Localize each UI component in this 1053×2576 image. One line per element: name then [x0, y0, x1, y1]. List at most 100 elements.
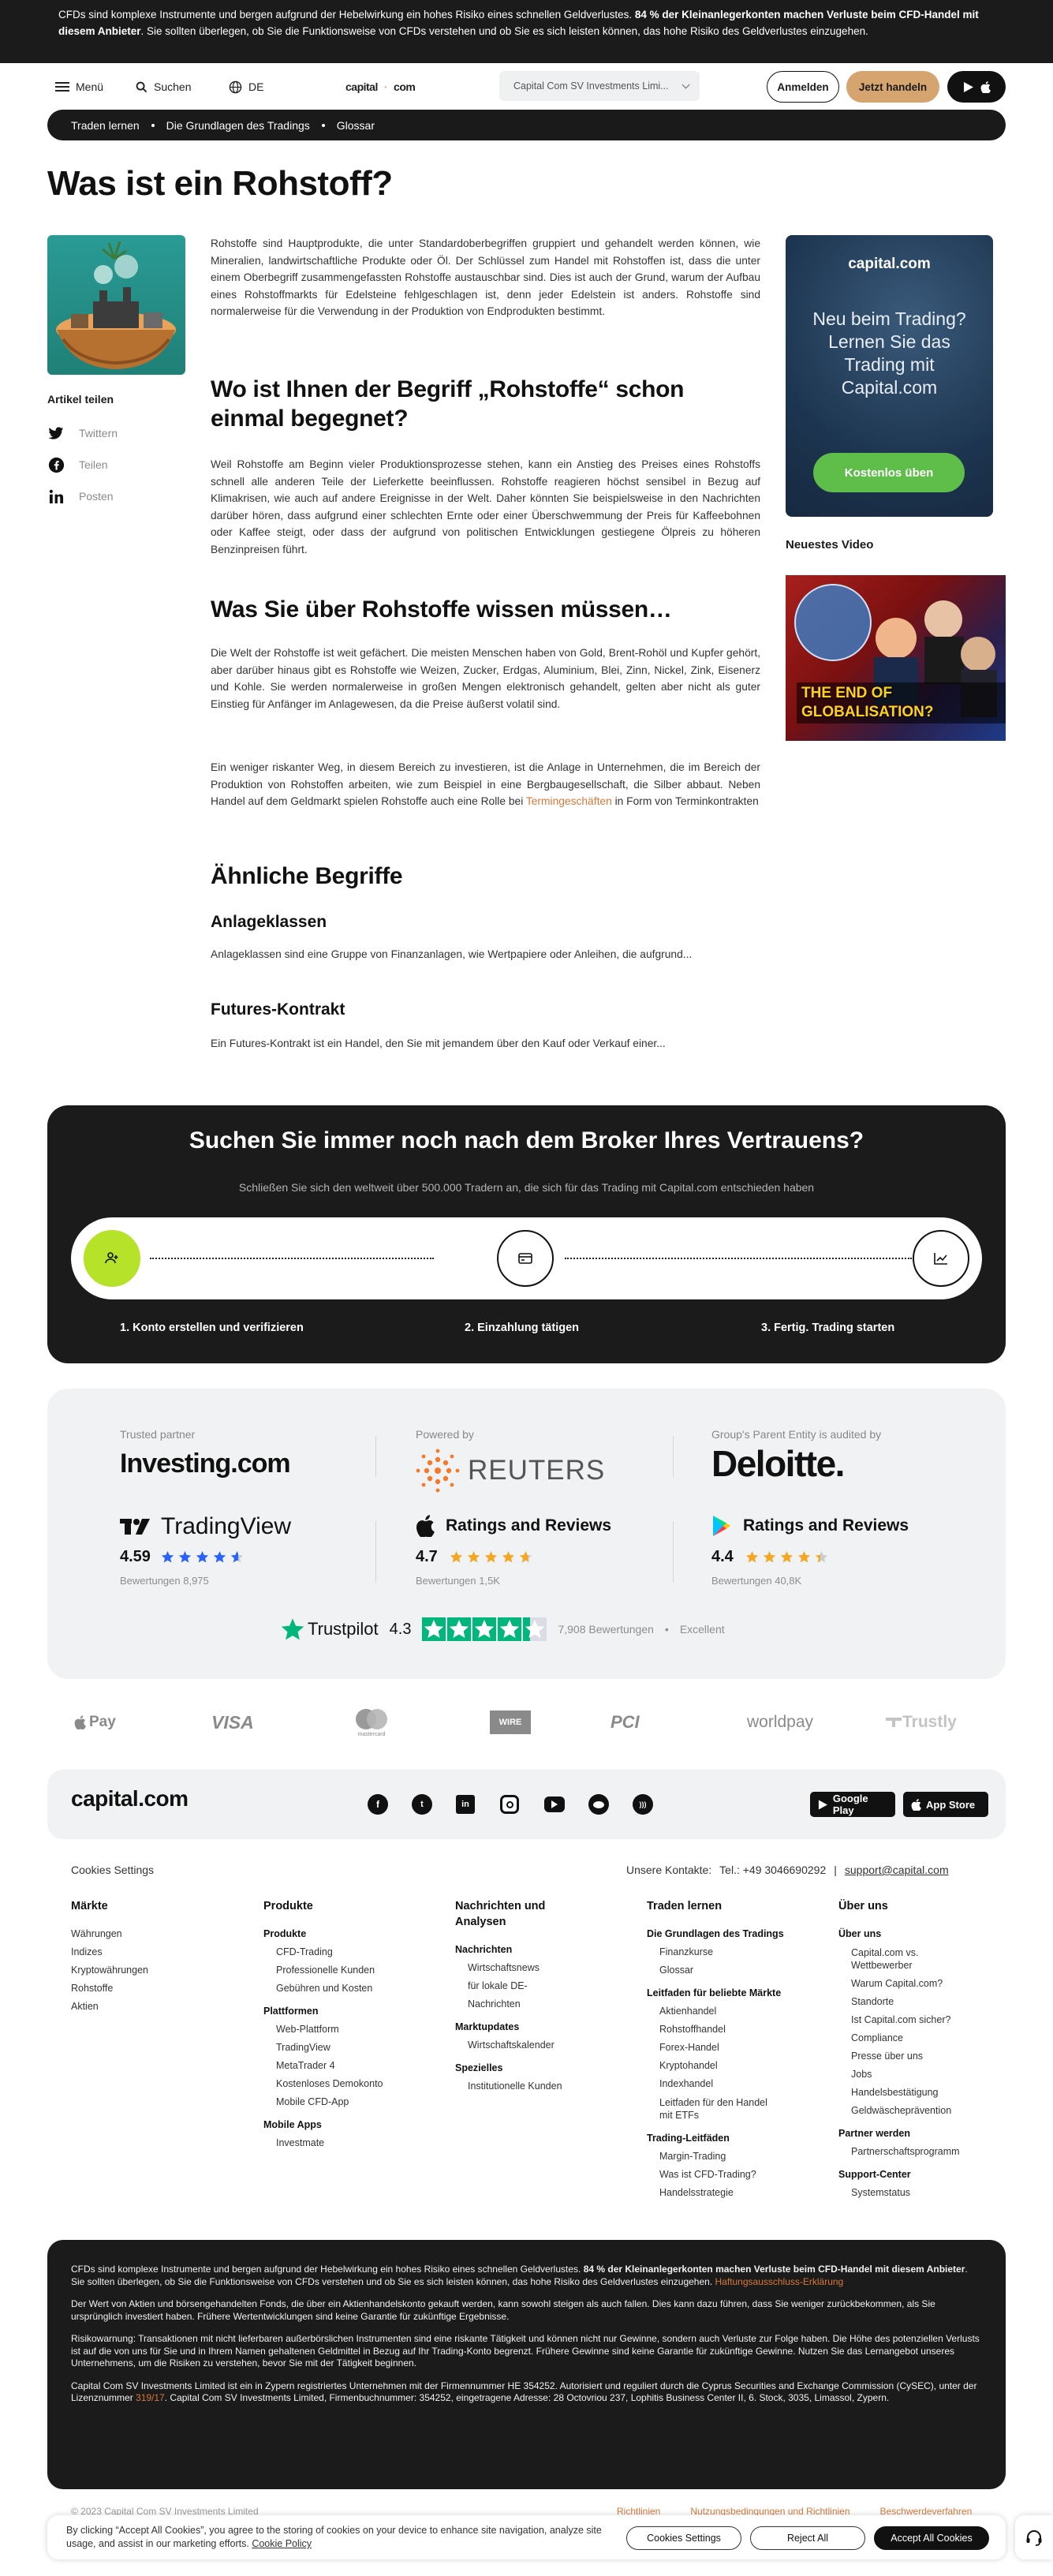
footer-link[interactable]: Rohstoffhandel	[647, 2021, 797, 2039]
email-link[interactable]: support@capital.com	[845, 1864, 949, 1876]
worldpay-logo: worldpay	[747, 1713, 814, 1731]
tradingview-name: TradingView	[161, 1513, 292, 1539]
footer-link[interactable]: Systemstatus	[838, 2184, 988, 2202]
step-3-circle[interactable]	[913, 1230, 969, 1287]
youtube-icon[interactable]	[544, 1796, 565, 1812]
apple-rating[interactable]: Ratings and Reviews	[416, 1515, 611, 1537]
menu-button[interactable]: Menü	[55, 63, 103, 110]
trustpilot-rating[interactable]: Trustpilot 4.3 7,908 Bewertungen • Excel…	[281, 1617, 725, 1641]
cookies-settings-button[interactable]: Cookies Settings	[626, 2526, 741, 2550]
footer-link[interactable]: Standorte	[838, 1993, 988, 2011]
footer-link[interactable]: Presse über uns	[838, 2047, 988, 2066]
step-1-circle[interactable]	[84, 1230, 140, 1287]
footer-link[interactable]: Capital.com vs. Wettbewerber	[838, 1946, 941, 1972]
footer-link[interactable]: Jobs	[838, 2066, 988, 2084]
entity-selector[interactable]: Capital Com SV Investments Limi...	[499, 71, 700, 101]
reject-all-button[interactable]: Reject All	[750, 2526, 865, 2550]
related-term-title[interactable]: Anlageklassen	[211, 913, 760, 932]
futures-link[interactable]: Termingeschäften	[526, 795, 612, 807]
reuters-logo: REUTERS	[416, 1449, 605, 1493]
footer-link[interactable]: TradingView	[263, 2039, 383, 2057]
breadcrumb-item[interactable]: Glossar	[337, 119, 375, 132]
share-facebook[interactable]: Teilen	[47, 456, 108, 473]
share-linkedin[interactable]: Posten	[47, 488, 114, 505]
footer-link[interactable]: MetaTrader 4	[263, 2057, 383, 2075]
phone-link[interactable]: Tel.: +49 3046690292	[719, 1864, 826, 1876]
footer-link[interactable]: Professionelle Kunden	[263, 1961, 383, 1980]
app-store-badge[interactable]: App Store	[903, 1792, 988, 1817]
support-chat-button[interactable]	[1015, 2515, 1053, 2559]
related-term-title[interactable]: Futures-Kontrakt	[211, 1000, 760, 1019]
footer-link[interactable]: Handelsbestätigung	[838, 2084, 988, 2102]
divider	[375, 1521, 376, 1583]
accept-all-button[interactable]: Accept All Cookies	[874, 2526, 989, 2550]
footer-link[interactable]: CFD-Trading	[263, 1943, 383, 1961]
footer-link[interactable]: Kryptowährungen	[71, 1961, 148, 1980]
search-label: Suchen	[154, 80, 192, 93]
article-intro: Rohstoffe sind Hauptprodukte, die unter …	[211, 237, 760, 317]
breadcrumb-item[interactable]: Traden lernen	[71, 119, 140, 132]
footer-link[interactable]: Kryptohandel	[647, 2057, 797, 2075]
footer-link[interactable]: Aktien	[71, 1998, 148, 2016]
cookie-policy-link[interactable]: Cookie Policy	[252, 2538, 312, 2549]
footer-link[interactable]: Margin-Trading	[647, 2148, 797, 2166]
step-2-circle[interactable]	[497, 1230, 554, 1287]
article-heading: Was Sie über Rohstoffe wissen müssen…	[211, 596, 672, 623]
footer-link[interactable]: Indexhandel	[647, 2075, 797, 2093]
footer-link[interactable]: Compliance	[838, 2029, 988, 2047]
share-twitter[interactable]: Twittern	[47, 424, 118, 442]
footer-link[interactable]: Rohstoffe	[71, 1980, 148, 1998]
disclaimer-link[interactable]: Haftungsausschluss-Erklärung	[715, 2276, 843, 2287]
facebook-icon[interactable]: f	[368, 1794, 388, 1815]
breadcrumb-item[interactable]: Die Grundlagen des Tradings	[166, 119, 310, 132]
google-rating[interactable]: Ratings and Reviews	[711, 1515, 909, 1537]
instagram-icon[interactable]	[500, 1795, 519, 1814]
practice-free-button[interactable]: Kostenlos üben	[813, 453, 965, 492]
contacts-label: Unsere Kontakte:	[626, 1864, 712, 1876]
linkedin-icon[interactable]: in	[456, 1795, 475, 1814]
footer-link[interactable]: Leitfaden für den Handel mit ETFs	[647, 2096, 781, 2122]
google-play-badge[interactable]: Google Play	[810, 1792, 895, 1817]
footer-link[interactable]: Finanzkurse	[647, 1943, 797, 1961]
rating-star	[472, 1617, 497, 1641]
footer-link[interactable]: für lokale DE-Nachrichten	[455, 1977, 573, 2013]
footer-link[interactable]: Währungen	[71, 1925, 148, 1943]
google-play-label: Google Play	[832, 1793, 868, 1816]
footer-link[interactable]: Warum Capital.com?	[838, 1975, 988, 1993]
reddit-icon[interactable]	[588, 1794, 609, 1815]
latest-video-title: Neuestes Video	[786, 538, 874, 551]
footer-link[interactable]: Mobile CFD-App	[263, 2093, 383, 2111]
video-thumbnail[interactable]: THE END OF GLOBALISATION?	[786, 575, 1006, 741]
footer-link[interactable]: Kostenloses Demokonto	[263, 2075, 383, 2093]
footer-link[interactable]: Wirtschaftsnews	[455, 1959, 573, 1977]
footer-link[interactable]: Wirtschaftskalender	[455, 2036, 573, 2054]
footer-link[interactable]: Handelsstrategie	[647, 2184, 797, 2202]
footer-link[interactable]: Indizes	[71, 1943, 148, 1961]
twitter-icon[interactable]: t	[412, 1794, 432, 1815]
trustly-logo: Trustly	[885, 1707, 957, 1738]
footer-link[interactable]: Ist Capital.com sicher?	[838, 2011, 988, 2029]
language-selector[interactable]: DE	[229, 63, 263, 110]
footer-link[interactable]: Gebühren und Kosten	[263, 1980, 383, 1998]
app-download-button[interactable]	[947, 71, 1006, 103]
tradingview-rating[interactable]: TradingView	[120, 1513, 291, 1540]
footer-logo[interactable]: capital.com	[71, 1786, 189, 1811]
login-button[interactable]: Anmelden	[767, 71, 839, 103]
trade-now-button[interactable]: Jetzt handeln	[846, 71, 939, 103]
footer-link[interactable]: Institutionelle Kunden	[455, 2077, 573, 2096]
footer-link[interactable]: Was ist CFD-Trading?	[647, 2166, 797, 2184]
footer-link[interactable]: Aktienhandel	[647, 2002, 797, 2021]
search-button[interactable]: Suchen	[136, 63, 191, 110]
cookie-settings-link[interactable]: Cookies Settings	[71, 1864, 154, 1876]
footer-link[interactable]: Partnerschaftsprogramm	[838, 2143, 988, 2161]
footer-link[interactable]: Forex-Handel	[647, 2039, 797, 2057]
site-logo[interactable]: capital · com	[345, 63, 416, 110]
footer-link[interactable]: Geldwäscheprävention	[838, 2102, 988, 2120]
footer-link[interactable]: Glossar	[647, 1961, 797, 1980]
rss-icon[interactable]: )))	[633, 1794, 653, 1815]
linkedin-icon	[47, 488, 65, 505]
license-link[interactable]: 319/17	[136, 2392, 165, 2403]
footer-link[interactable]: Investmate	[263, 2134, 383, 2152]
footer-link[interactable]: Web-Plattform	[263, 2021, 383, 2039]
cookie-text: By clicking “Accept All Cookies”, you ag…	[66, 2524, 603, 2551]
